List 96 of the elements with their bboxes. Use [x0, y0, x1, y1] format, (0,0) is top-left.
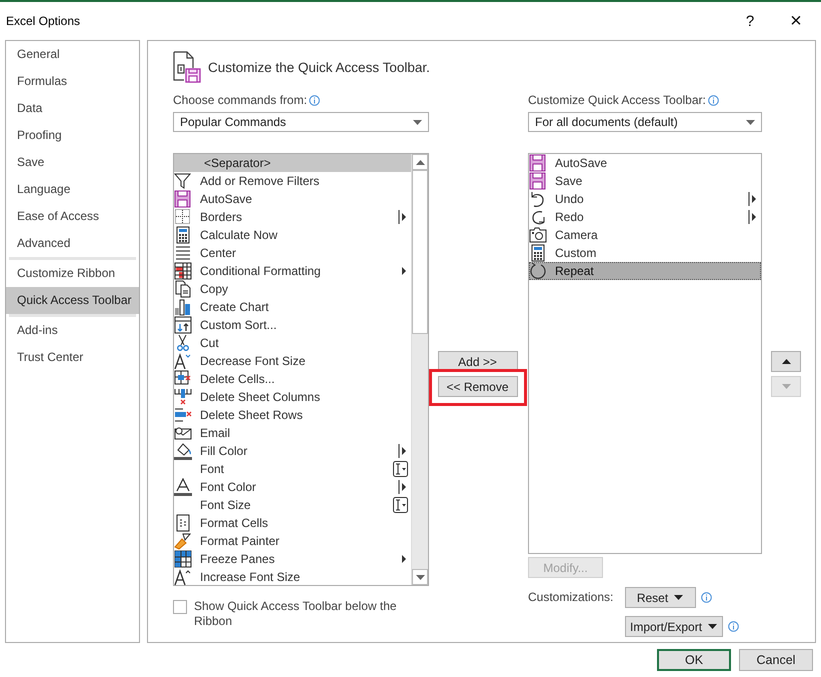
checkbox[interactable]	[173, 600, 187, 614]
toolbar-item[interactable]: Save	[529, 172, 761, 190]
toolbar-item[interactable]: Camera	[529, 226, 761, 244]
command-item[interactable]: Add or Remove Filters	[174, 172, 411, 190]
field-label: Customize Quick Access Toolbar:	[528, 93, 706, 107]
command-item[interactable]: Freeze Panes	[174, 550, 411, 568]
sidebar-item[interactable]: Formulas	[6, 68, 139, 95]
sidebar-item[interactable]: Save	[6, 149, 139, 176]
grid-icon	[174, 262, 192, 280]
info-icon	[701, 592, 712, 603]
command-item[interactable]: Cut	[174, 334, 411, 352]
toolbar-item[interactable]: Repeat	[529, 262, 761, 280]
split-arrow-icon	[748, 209, 758, 225]
checkbox-label[interactable]: Show Quick Access Toolbar below the Ribbon	[194, 599, 424, 629]
caret-icon	[674, 595, 684, 600]
command-item[interactable]: Delete Cells...	[174, 370, 411, 388]
scrollbar[interactable]	[411, 154, 428, 585]
cancel-button[interactable]: Cancel	[739, 649, 813, 671]
close-button[interactable]: ×	[773, 10, 819, 32]
up-arrow-icon	[782, 359, 790, 364]
command-item[interactable]: Calculate Now	[174, 226, 411, 244]
sidebar-item[interactable]: Advanced	[6, 230, 139, 257]
info-icon	[309, 94, 320, 106]
toolbar-item[interactable]: Redo	[529, 208, 761, 226]
sidebar-item[interactable]: Customize Ribbon	[6, 260, 139, 287]
calculator-icon	[174, 226, 192, 244]
command-item[interactable]: AutoSave	[174, 190, 411, 208]
scroll-up-icon[interactable]	[416, 160, 424, 164]
paint-bucket-icon	[174, 442, 192, 460]
combo-box-icon	[393, 461, 408, 477]
sidebar-item[interactable]: Ease of Access	[6, 203, 139, 230]
command-item[interactable]: Email	[174, 424, 411, 442]
sidebar-item[interactable]: Data	[6, 95, 139, 122]
info-icon	[708, 94, 719, 106]
sort-icon	[174, 316, 192, 334]
split-arrow-icon	[398, 209, 408, 225]
bar-chart-icon	[174, 298, 192, 316]
command-item[interactable]: Custom Sort...	[174, 316, 411, 334]
commands-dropdown[interactable]: Popular Commands	[173, 112, 429, 132]
sidebar-item[interactable]: Trust Center	[6, 344, 139, 371]
command-item[interactable]: Font	[174, 460, 411, 478]
split-arrow-icon	[398, 443, 408, 459]
sidebar-item[interactable]: General	[6, 41, 139, 68]
command-item[interactable]: Font Color	[174, 478, 411, 496]
command-item[interactable]: Font Size	[174, 496, 411, 514]
command-item[interactable]: Decrease Font Size	[174, 352, 411, 370]
freeze-panes-icon	[174, 550, 192, 568]
command-item[interactable]: Delete Sheet Rows	[174, 406, 411, 424]
caret-icon	[708, 624, 718, 629]
camera-icon	[529, 226, 547, 244]
toolbar-item[interactable]: Undo	[529, 190, 761, 208]
section-heading: Customize the Quick Access Toolbar.	[208, 60, 430, 74]
remove-button[interactable]: << Remove	[438, 376, 518, 397]
command-item[interactable]: Increase Font Size	[174, 568, 411, 586]
toolbar-customize-icon	[173, 51, 203, 83]
sidebar-item[interactable]: Add-ins	[6, 317, 139, 344]
command-item[interactable]: <Separator>	[174, 154, 411, 172]
help-button[interactable]: ?	[727, 12, 773, 30]
sidebar-item[interactable]: Language	[6, 176, 139, 203]
copy-icon	[174, 280, 192, 298]
split-arrow-icon	[748, 191, 758, 207]
caret-icon	[746, 120, 755, 124]
reset-button[interactable]: Reset	[625, 587, 696, 608]
combo-box-icon	[393, 497, 408, 513]
command-item[interactable]: Format Painter	[174, 532, 411, 550]
paintbrush-icon	[174, 532, 192, 550]
split-arrow-icon	[398, 479, 408, 495]
toolbar-dropdown[interactable]: For all documents (default)	[528, 112, 762, 132]
ok-button[interactable]: OK	[657, 649, 731, 671]
save-icon	[529, 154, 547, 172]
command-item[interactable]: Conditional Formatting	[174, 262, 411, 280]
down-arrow-icon	[782, 384, 790, 389]
command-item[interactable]: Create Chart	[174, 298, 411, 316]
save-icon	[529, 172, 547, 190]
toolbar-item[interactable]: Custom	[529, 244, 761, 262]
info-icon	[728, 621, 740, 632]
funnel-icon	[174, 172, 192, 190]
command-item[interactable]: Delete Sheet Columns	[174, 388, 411, 406]
field-label: Choose commands from:	[173, 93, 308, 107]
command-item[interactable]: Fill Color	[174, 442, 411, 460]
save-icon	[174, 190, 192, 208]
command-item[interactable]: Borders	[174, 208, 411, 226]
scroll-down-icon[interactable]	[416, 574, 424, 580]
command-item[interactable]: Copy	[174, 280, 411, 298]
customizations-label: Customizations:	[528, 589, 614, 606]
toolbar-item[interactable]: AutoSave	[529, 154, 761, 172]
calculator-icon	[529, 244, 547, 262]
move-up-button[interactable]	[771, 351, 801, 372]
format-cells-icon	[174, 514, 192, 532]
import-export-button[interactable]: Import/Export	[625, 616, 724, 637]
caret-icon	[413, 120, 422, 124]
sidebar-item[interactable]: Quick Access Toolbar	[6, 287, 139, 314]
window-title: Excel Options	[6, 14, 82, 28]
command-item[interactable]: Format Cells	[174, 514, 411, 532]
sidebar-item[interactable]: Proofing	[6, 122, 139, 149]
command-item[interactable]: Center	[174, 244, 411, 262]
